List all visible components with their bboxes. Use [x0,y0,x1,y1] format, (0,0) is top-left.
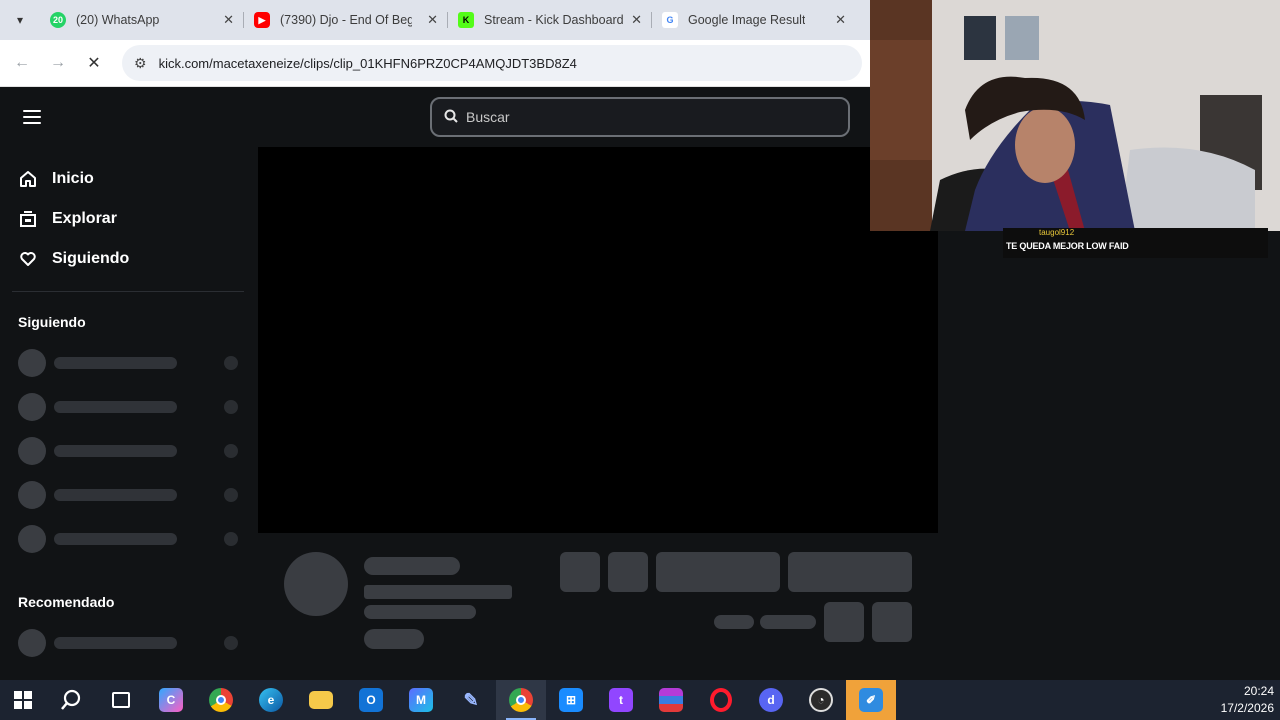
video-player[interactable] [258,147,938,533]
forward-arrow-icon[interactable]: → [40,54,76,72]
menu-icon[interactable] [23,110,41,124]
chat-overlay: taugol912 TE QUEDA MEJOR LOW FAID [1003,228,1268,258]
edge-icon[interactable]: e [246,680,296,720]
url-text: kick.com/macetaxeneize/clips/clip_01KHFN… [158,55,577,71]
sidebar-item-inicio[interactable]: Inicio [18,169,94,189]
tab-whatsapp[interactable]: 20 (20) WhatsApp ✕ [40,0,244,40]
screen: ▾ 20 (20) WhatsApp ✕ ▶ (7390) Djo - End … [0,0,1280,720]
close-tab-icon[interactable]: ✕ [827,12,846,28]
clock-time: 20:24 [1243,684,1274,698]
tab-label: Google Image Result [688,13,806,27]
tab-google-image[interactable]: G Google Image Result ✕ [652,0,856,40]
windows-taskbar: C e O M ✎ ⊞ t d ◔ ✐ [0,680,1280,720]
close-tab-icon[interactable]: ✕ [215,12,234,28]
system-clock[interactable]: 20:24 17/2/2026 [1221,683,1274,717]
button-skeleton [656,552,780,592]
tab-label: (7390) Djo - End Of Begi [280,13,412,27]
kick-icon: K [458,12,474,28]
list-item-skeleton [18,481,240,509]
sidebar-item-explorar[interactable]: Explorar [18,209,117,229]
outlook-icon[interactable]: O [346,680,396,720]
subtitle-skeleton [364,605,476,619]
omnibox[interactable]: ⚙ kick.com/macetaxeneize/clips/clip_01KH… [122,45,862,81]
stop-loading-icon[interactable]: ✕ [76,53,112,73]
list-item-skeleton [18,349,240,377]
search-placeholder: Buscar [466,109,510,125]
stat-skeleton [714,615,754,629]
search-icon [444,109,458,126]
chrome-active-icon[interactable] [496,680,546,720]
twitch-icon[interactable]: t [596,680,646,720]
close-tab-icon[interactable]: ✕ [419,12,438,28]
button-skeleton [824,602,864,642]
stat-skeleton [760,615,816,629]
clock-date: 17/2/2026 [1220,701,1274,715]
following-section-title: Siguiendo [18,314,86,330]
site-settings-icon[interactable]: ⚙ [134,55,147,72]
button-skeleton [872,602,912,642]
search-icon[interactable] [46,680,96,720]
browser-tab-bar: ▾ 20 (20) WhatsApp ✕ ▶ (7390) Djo - End … [0,0,870,40]
tag-skeleton [364,629,424,649]
webcam-overlay [870,0,1280,231]
list-item-skeleton [18,629,240,657]
chat-username: taugol912 [1039,228,1075,237]
sidebar-item-label: Explorar [52,210,117,227]
list-item-skeleton [18,393,240,421]
address-bar-row: ← → ✕ ⚙ kick.com/macetaxeneize/clips/cli… [0,40,870,87]
whatsapp-icon: 20 [50,12,66,28]
tab-kick-dashboard[interactable]: K Stream - Kick Dashboard ✕ [448,0,652,40]
microsoft-365-icon[interactable]: M [396,680,446,720]
opera-icon[interactable] [696,680,746,720]
discord-icon[interactable]: d [746,680,796,720]
recommended-section-title: Recomendado [18,594,115,610]
google-icon: G [662,12,678,28]
button-skeleton [560,552,600,592]
winrar-icon[interactable] [646,680,696,720]
search-input[interactable]: Buscar [430,97,850,137]
obs-icon[interactable]: ◔ [796,680,846,720]
tab-search-chevron-icon[interactable]: ▾ [8,8,32,32]
list-item-skeleton [18,437,240,465]
start-button[interactable] [0,680,46,720]
close-tab-icon[interactable]: ✕ [623,12,642,28]
sidebar: Inicio Explorar Siguiendo Siguiendo Reco… [0,147,256,680]
paint-icon[interactable]: ✐ [846,680,896,720]
title-skeleton [364,557,460,575]
sidebar-divider [12,291,244,292]
button-skeleton [788,552,912,592]
heart-icon [18,249,38,269]
chat-message: TE QUEDA MEJOR LOW FAID [1006,241,1129,251]
back-arrow-icon[interactable]: ← [4,54,40,72]
explore-icon [18,209,38,229]
tab-label: Stream - Kick Dashboard [484,13,624,27]
microsoft-store-icon[interactable]: ⊞ [546,680,596,720]
top-navigation: Buscar [0,87,870,147]
pen-app-icon[interactable]: ✎ [446,680,496,720]
subtitle-skeleton [364,585,512,599]
channel-avatar-skeleton [284,552,348,616]
list-item-skeleton [18,525,240,553]
button-skeleton [608,552,648,592]
task-view-icon[interactable] [96,680,146,720]
sidebar-item-siguiendo[interactable]: Siguiendo [18,249,129,269]
home-icon [18,169,38,189]
sidebar-item-label: Siguiendo [52,250,130,267]
chrome-icon[interactable] [196,680,246,720]
copilot-icon[interactable]: C [146,680,196,720]
sidebar-item-label: Inicio [52,170,94,187]
tab-label: (20) WhatsApp [76,13,160,27]
youtube-icon: ▶ [254,12,270,28]
tab-youtube[interactable]: ▶ (7390) Djo - End Of Begi ✕ [244,0,448,40]
file-explorer-icon[interactable] [296,680,346,720]
